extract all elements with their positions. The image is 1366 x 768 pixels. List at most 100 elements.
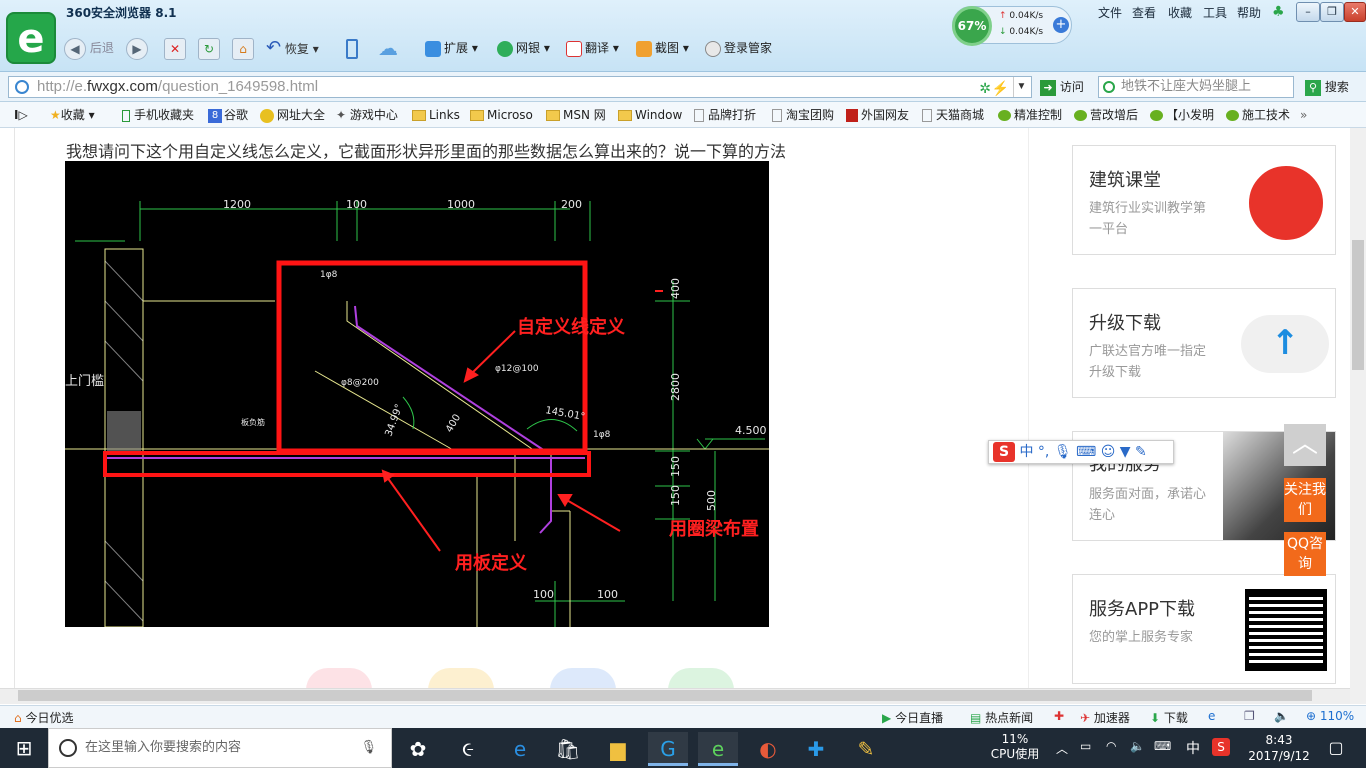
qq-consult-button[interactable]: QQ咨询 <box>1284 532 1326 576</box>
taskbar-360-browser-icon[interactable]: e <box>698 732 738 766</box>
plus-icon[interactable]: + <box>1053 17 1069 33</box>
stop-button[interactable]: ✕ <box>164 36 186 60</box>
bookmark-tmall[interactable]: 天猫商城 <box>922 106 984 124</box>
restore-button[interactable]: ↶ 恢复 ▾ <box>266 36 319 60</box>
minimize-button[interactable]: – <box>1296 2 1320 22</box>
action-circle-icon[interactable] <box>668 668 734 690</box>
hot-news-button[interactable]: ▤ 热点新闻 <box>970 709 1033 726</box>
refresh-button[interactable]: ↻ <box>198 36 220 60</box>
user-icon[interactable]: ☺ <box>1101 444 1116 460</box>
vertical-scrollbar[interactable] <box>1350 128 1366 704</box>
search-input[interactable]: 地铁不让座大妈坐腿上 <box>1098 76 1294 98</box>
download-button[interactable]: ⬇ 下载 <box>1150 709 1188 726</box>
action-circle-icon[interactable] <box>428 668 494 690</box>
search-button[interactable]: ⚲ 搜索 <box>1305 78 1349 96</box>
bookmark-vat[interactable]: 营改增后 <box>1074 106 1138 124</box>
menu-file[interactable]: 文件 <box>1098 4 1122 21</box>
today-pick-button[interactable]: ⌂ 今日优选 <box>14 709 73 726</box>
bookmark-brand[interactable]: 品牌打折 <box>694 106 756 124</box>
memory-usage-gauge[interactable]: 67% <box>952 6 992 46</box>
skin-icon[interactable]: ♣ <box>1272 4 1285 20</box>
forward-button[interactable]: ▶ <box>126 36 148 60</box>
clock[interactable]: 8:43 2017/9/12 <box>1236 732 1322 764</box>
screenshot-button[interactable]: 截图 ▾ <box>636 38 689 58</box>
bookmark-windows[interactable]: Window <box>618 106 682 124</box>
live-button[interactable]: ▶ 今日直播 <box>882 709 943 726</box>
ie-icon[interactable]: e <box>1208 709 1215 723</box>
taskbar-app-spiral-icon[interactable]: ૯ <box>448 732 488 766</box>
bank-button[interactable]: 网银 ▾ <box>497 38 550 58</box>
volume-icon[interactable]: 🔈 <box>1274 709 1289 723</box>
lightning-icon[interactable]: ⚡ <box>992 78 1009 98</box>
microphone-icon[interactable]: 🎙 <box>1054 444 1072 460</box>
sogou-icon[interactable]: S <box>993 442 1015 462</box>
maximize-button[interactable]: ❐ <box>1320 2 1344 22</box>
vertical-scroll-thumb[interactable] <box>1352 240 1364 370</box>
punctuation-icon[interactable]: °, <box>1038 444 1049 460</box>
notification-icon[interactable]: ▢ <box>1322 738 1350 757</box>
taskbar-app-pinwheel-icon[interactable]: ✿ <box>398 732 438 766</box>
ime-indicator[interactable]: 中 <box>1186 738 1200 758</box>
taskbar-store-icon[interactable]: 🛍 <box>548 732 588 766</box>
back-to-top-icon[interactable]: ︿ <box>1284 424 1326 466</box>
mobile-button[interactable] <box>346 36 358 60</box>
bookmark-google[interactable]: 8 谷歌 <box>208 106 248 124</box>
shirt-icon[interactable]: ▼ <box>1120 444 1131 460</box>
browser-logo-icon[interactable]: e <box>6 12 56 64</box>
wrench-icon[interactable]: ✎ <box>1135 444 1147 460</box>
chevron-down-icon[interactable]: ▼ <box>1013 77 1029 97</box>
more-bookmarks-icon[interactable]: » <box>1300 106 1307 124</box>
taskbar-glodon-icon[interactable]: G <box>648 732 688 766</box>
sidebar-toggle-icon[interactable]: I▷ <box>14 106 28 124</box>
menu-view[interactable]: 查看 <box>1132 4 1156 21</box>
taskbar-edge-icon[interactable]: e <box>500 732 540 766</box>
extensions-button[interactable]: 扩展 ▾ <box>425 38 478 58</box>
horizontal-scroll-thumb[interactable] <box>18 690 1312 701</box>
follow-us-button[interactable]: 关注我们 <box>1284 478 1326 522</box>
cloud-button[interactable]: ☁ <box>378 36 398 60</box>
taskbar-explorer-icon[interactable]: ▆ <box>598 732 638 766</box>
battery-icon[interactable]: ▭ <box>1080 739 1091 753</box>
menu-tools[interactable]: 工具 <box>1203 4 1227 21</box>
bookmark-msn[interactable]: MSN 网 <box>546 106 606 124</box>
wifi-icon[interactable]: ◠ <box>1106 739 1116 753</box>
card-building-class[interactable]: 建筑课堂 建筑行业实训教学第一平台 <box>1072 145 1336 255</box>
sogou-tray-icon[interactable]: S <box>1212 738 1230 756</box>
menu-favorites[interactable]: 收藏 <box>1168 4 1192 21</box>
ime-mode-label[interactable]: 中 <box>1019 444 1033 460</box>
bookmark-construction[interactable]: 施工技术 <box>1226 106 1290 124</box>
home-button[interactable]: ⌂ <box>232 36 254 60</box>
keyboard-icon[interactable]: ⌨ <box>1154 739 1171 753</box>
translate-button[interactable]: 翻译 ▾ <box>566 38 619 58</box>
card-app-download[interactable]: 服务APP下载 您的掌上服务专家 <box>1072 574 1336 684</box>
window-icon[interactable]: ❐ <box>1244 709 1255 723</box>
bookmark-links[interactable]: Links <box>412 106 460 124</box>
action-circle-icon[interactable] <box>306 668 372 690</box>
action-circle-icon[interactable] <box>550 668 616 690</box>
bookmark-invention[interactable]: 【小发明 <box>1150 106 1214 124</box>
health-icon[interactable]: ✚ <box>1054 709 1064 723</box>
zoom-button[interactable]: ⊕ 110% <box>1306 709 1354 723</box>
back-button[interactable]: ◀ 后退 <box>64 36 114 60</box>
taskbar-search-input[interactable]: 在这里输入你要搜索的内容 🎙 <box>48 728 392 768</box>
bookmark-mobile[interactable]: 手机收藏夹 <box>122 106 194 124</box>
accelerator-button[interactable]: ✈ 加速器 <box>1080 709 1130 726</box>
bookmark-taobao[interactable]: 淘宝团购 <box>772 106 834 124</box>
bookmark-microsoft[interactable]: Microso <box>470 106 533 124</box>
bookmark-favorites[interactable]: ★收藏 ▾ <box>50 106 95 124</box>
close-window-button[interactable]: ✕ <box>1344 2 1366 22</box>
windows-start-icon[interactable]: ⊞ <box>0 728 48 768</box>
taskbar-app-swirl-icon[interactable]: ◐ <box>748 732 788 766</box>
bookmark-sites[interactable]: 网址大全 <box>260 106 325 124</box>
url-input[interactable]: http://e.fwxgx.com/question_1649598.html… <box>8 76 1032 98</box>
card-upgrade-download[interactable]: 升级下载 广联达官方唯一指定升级下载 ↑ <box>1072 288 1336 398</box>
keyboard-icon[interactable]: ⌨ <box>1076 444 1096 460</box>
ime-toolbar[interactable]: S 中 °, 🎙 ⌨ ☺ ▼ ✎ <box>988 440 1174 464</box>
menu-help[interactable]: 帮助 <box>1237 4 1261 21</box>
cpu-usage[interactable]: 11% CPU使用 <box>986 732 1044 762</box>
taskbar-notes-icon[interactable]: ✎ <box>846 732 886 766</box>
taskbar-app-plus-icon[interactable]: ✚ <box>796 732 836 766</box>
cad-drawing-image[interactable]: 1200 100 1000 200 100 100 400 2800 150 1… <box>65 161 769 627</box>
login-manager-button[interactable]: 登录管家 <box>705 38 772 58</box>
volume-icon[interactable]: 🔈 <box>1130 739 1145 753</box>
